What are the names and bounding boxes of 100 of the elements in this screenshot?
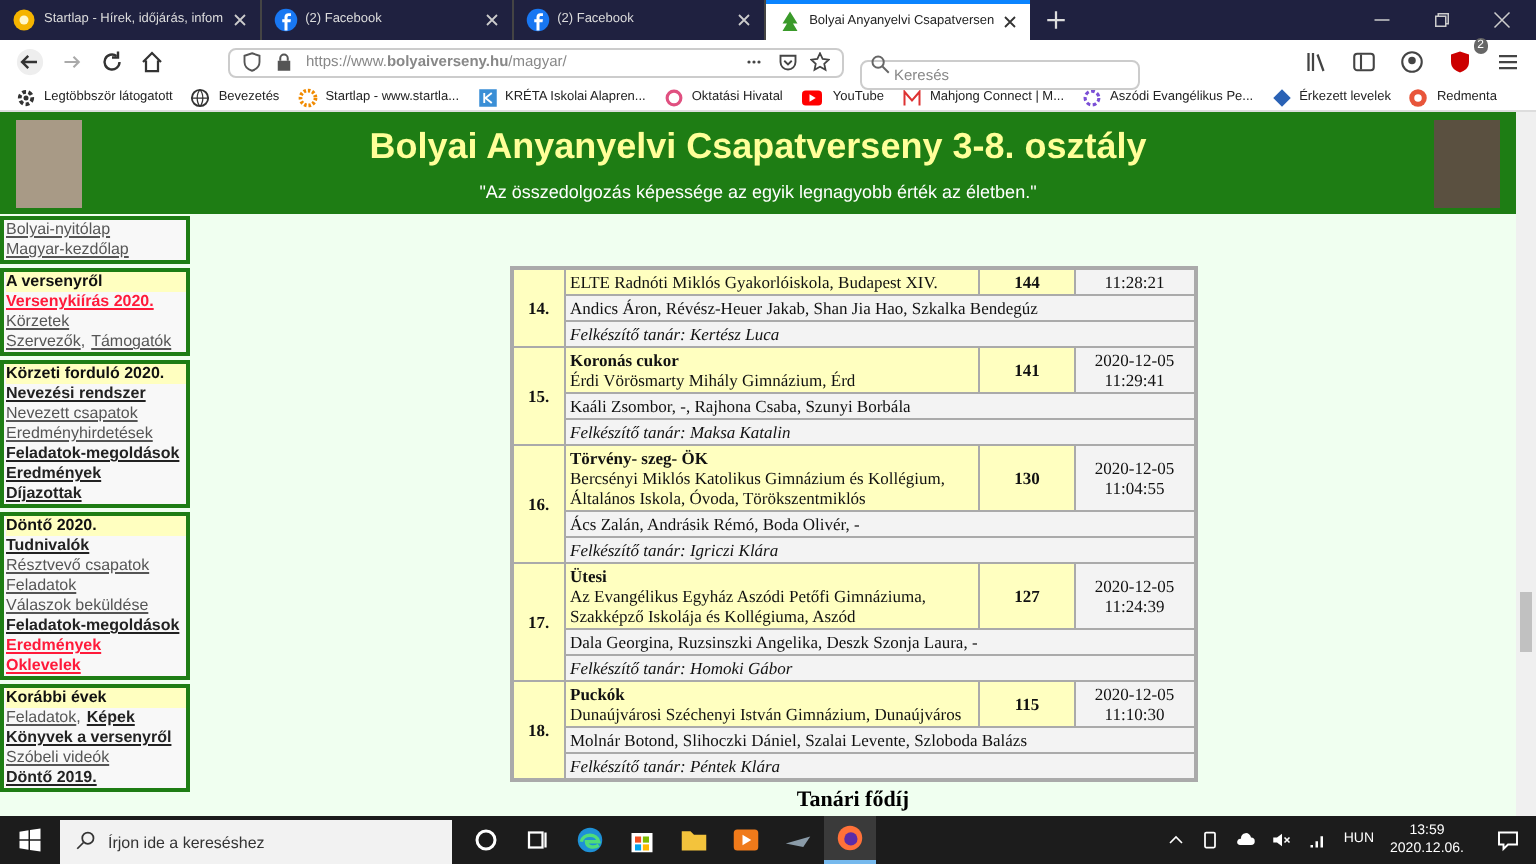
menu-link[interactable]: Feladatok	[6, 708, 77, 728]
sidebar-icon[interactable]	[1352, 50, 1376, 74]
menu-link[interactable]: Eredmények	[6, 464, 102, 484]
time-text: 11:28:21	[1102, 272, 1167, 292]
date-text: 2020-12-05	[1092, 458, 1177, 478]
fox-icon[interactable]	[836, 824, 864, 852]
tree-icon	[777, 10, 802, 34]
restore-icon[interactable]	[1432, 10, 1452, 30]
menu-link[interactable]: Résztvevő csapatok	[6, 556, 150, 576]
shield-icon[interactable]	[1448, 50, 1472, 74]
ring-icon	[663, 87, 684, 107]
menu-link[interactable]: Versenykiírás 2020.	[6, 292, 154, 312]
device-icon[interactable]	[1199, 830, 1220, 850]
folder-icon[interactable]	[680, 826, 708, 854]
play-icon[interactable]	[732, 826, 760, 854]
score-cell: 115	[979, 681, 1075, 727]
team-name: Ütesi	[570, 566, 609, 586]
menu-link[interactable]: Feladatok-megoldások	[6, 444, 180, 464]
menu-icon[interactable]	[1496, 50, 1520, 74]
time-text: 11:04:55	[1102, 478, 1167, 498]
menu-link[interactable]: Támogatók	[91, 332, 172, 352]
speaker-muted-icon[interactable]	[1271, 830, 1292, 850]
score-cell: 127	[979, 563, 1075, 629]
lock-icon	[274, 52, 294, 72]
sun-icon	[12, 8, 36, 32]
rank-cell: 15.	[511, 347, 565, 445]
menu-link[interactable]: Nevezett csapatok	[6, 404, 138, 424]
time-text: 11:24:39	[1102, 596, 1167, 616]
account-icon[interactable]	[1400, 50, 1424, 74]
menu-heading: A versenyről	[6, 272, 186, 292]
score-cell: 130	[979, 445, 1075, 511]
star-icon[interactable]	[810, 52, 830, 72]
menu-link[interactable]: Tudnivalók	[6, 536, 90, 556]
ring-icon	[1082, 87, 1103, 107]
caret-icon[interactable]	[1167, 832, 1184, 848]
menu-link[interactable]: Képek	[86, 708, 135, 728]
taskbar-search-field[interactable]: Írjon ide a kereséshez	[60, 819, 452, 864]
circle-icon	[525, 8, 550, 32]
menu-link[interactable]: Nevezési rendszer	[6, 384, 146, 404]
library-icon[interactable]	[1304, 50, 1328, 74]
menu-link[interactable]: Eredmények	[6, 636, 102, 656]
menu-heading: Döntő 2020.	[6, 516, 186, 536]
members-cell: Ács Zalán, Andrásik Rémó, Boda Olivér, -	[565, 511, 1195, 537]
menu-link[interactable]: Szervezők	[6, 332, 81, 352]
scrollbar[interactable]	[1516, 112, 1536, 816]
windows-icon[interactable]	[18, 828, 42, 852]
plus-icon[interactable]	[1046, 10, 1067, 30]
menu-link[interactable]: Könyvek a versenyről	[6, 728, 172, 748]
menu-link[interactable]: Feladatok-megoldások	[6, 616, 180, 636]
time-text: 11:10:30	[1102, 704, 1167, 724]
teacher-cell: Felkészítő tanár: Maksa Katalin	[565, 419, 1195, 445]
time-text: 11:29:41	[1102, 370, 1167, 390]
menu-link[interactable]: Válaszok beküldése	[6, 596, 149, 616]
shield-icon	[242, 52, 262, 72]
search-icon	[76, 830, 96, 850]
team-name: Törvény- szeg- ÖK	[570, 448, 710, 468]
menu-link[interactable]: Körzetek	[6, 312, 70, 332]
menu-heading: Körzeti forduló 2020.	[6, 364, 186, 384]
task-view-icon[interactable]	[526, 828, 550, 852]
date-text: 2020-12-05	[1092, 576, 1177, 596]
photo-placeholder	[16, 119, 82, 207]
network-icon[interactable]	[1307, 830, 1328, 850]
scrollbar-thumb[interactable]	[1520, 592, 1532, 652]
menu-link[interactable]: Döntő 2019.	[6, 768, 97, 788]
wave-icon[interactable]	[576, 826, 604, 854]
home-icon[interactable]	[140, 50, 164, 74]
circle-icon[interactable]	[474, 828, 498, 852]
menu-link[interactable]: Szóbeli videók	[6, 748, 110, 768]
reload-icon[interactable]	[100, 50, 124, 74]
cloud-icon[interactable]	[1235, 830, 1256, 850]
menu-link[interactable]: Oklevelek	[6, 656, 81, 676]
date-text: 2020-12-05	[1092, 350, 1177, 370]
date-text: 2020-12-05	[1092, 684, 1177, 704]
teacher-cell: Felkészítő tanár: Igriczi Klára	[565, 537, 1195, 563]
menu-link[interactable]: Eredményhirdetések	[6, 424, 153, 444]
members-cell: Kaáli Zsombor, -, Rajhona Csaba, Szunyi Borbála	[565, 393, 1195, 419]
globe-icon	[190, 87, 211, 107]
gear-icon	[16, 87, 36, 107]
menu-heading: Korábbi évek	[6, 688, 186, 708]
pocket-icon[interactable]	[778, 52, 798, 72]
rank-cell: 18.	[511, 681, 565, 780]
score-cell: 144	[979, 268, 1075, 295]
school-name: Bercsényi Miklós Katolikus Gimnázium és Kollégium, Általános Iskola, Óvoda, Törökszentmiklós	[570, 468, 947, 508]
school-name: Az Evangélikus Egyház Aszódi Petőfi Gimnáziuma, Szakképző Iskolája és Kollégiuma, Aszód	[570, 586, 928, 626]
motto: "Az összedolgozás képessége az egyik legnagyobb érték az életben."	[479, 181, 1037, 201]
section-heading: Tanári fődíj	[796, 788, 910, 812]
notification-icon[interactable]	[1496, 828, 1520, 852]
back-icon[interactable]	[16, 48, 44, 76]
teacher-cell: Felkészítő tanár: Kertész Luca	[565, 321, 1195, 347]
menu-link[interactable]: Bolyai-nyitólap	[6, 220, 111, 240]
menu-link[interactable]: Magyar-kezdőlap	[6, 240, 129, 260]
rank-cell: 17.	[511, 563, 565, 681]
menu-link[interactable]: Feladatok	[6, 576, 77, 596]
score-cell: 141	[979, 347, 1075, 393]
team-name: Puckók	[570, 684, 627, 704]
close-icon[interactable]	[1002, 14, 1019, 30]
school-name: ELTE Radnóti Miklós Gyakorlóiskola, Budapest XIV.	[570, 272, 940, 292]
school-name: Dunaújvárosi Széchenyi István Gimnázium, Dunaújváros	[570, 704, 964, 724]
menu-link[interactable]: Díjazottak	[6, 484, 82, 504]
circle-icon	[273, 8, 298, 32]
